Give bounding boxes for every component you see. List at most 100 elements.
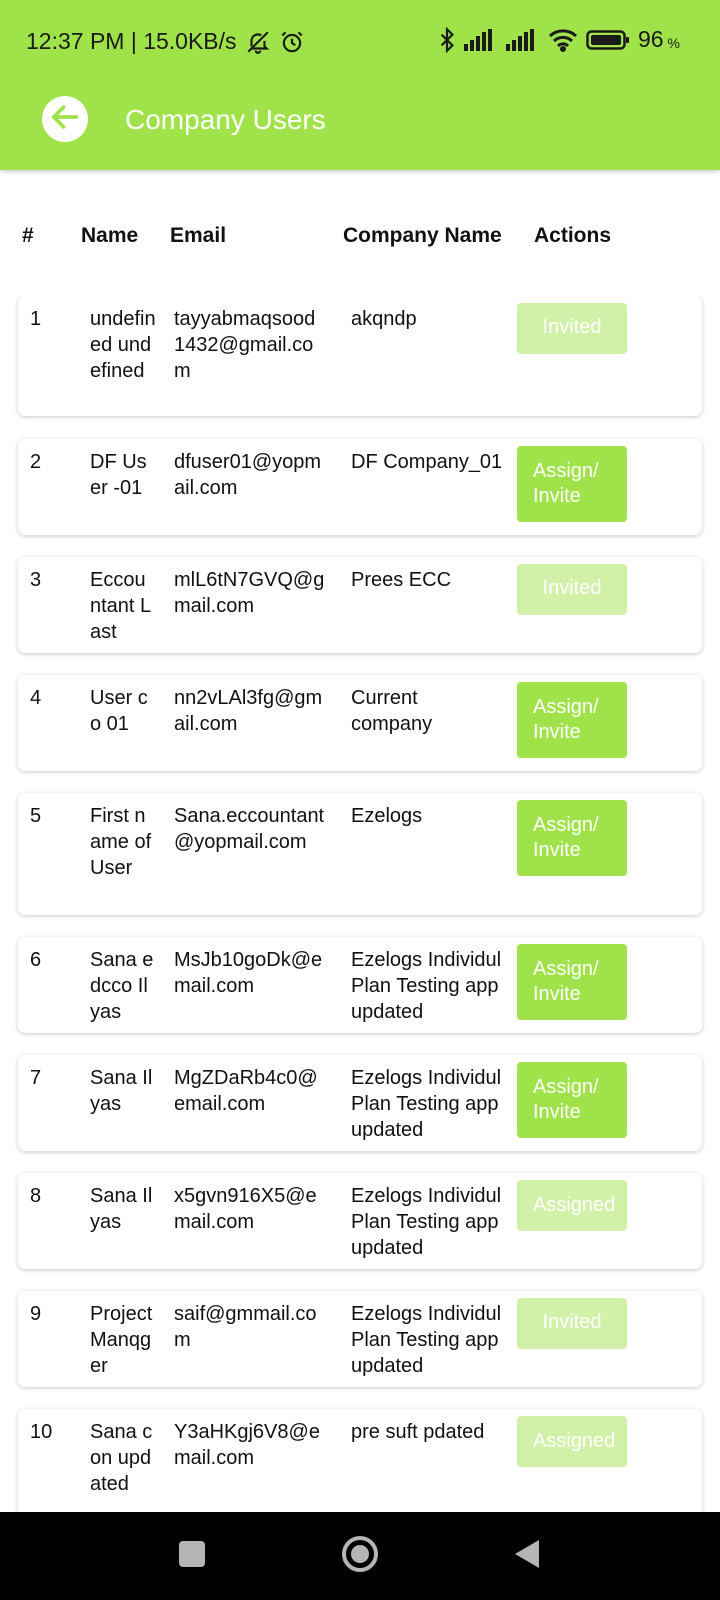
company-name-line: Plan Testing app: [351, 1093, 499, 1115]
row-number: 6: [30, 949, 42, 971]
row-action-button[interactable]: Assign/ Invite: [517, 446, 627, 522]
row-company-name: DF Company_01: [351, 449, 523, 475]
row-company-name: Ezelogs Individul Plan Testing app updated: [351, 947, 523, 1025]
alarm-icon: [279, 29, 305, 55]
company-name-line: akqndp: [351, 308, 417, 330]
row-action-button[interactable]: Assigned: [517, 1180, 627, 1231]
status-right: 96 %: [438, 26, 680, 53]
bluetooth-icon: [438, 26, 456, 53]
header-company: Company Name: [343, 224, 502, 247]
row-user-name: Sana con updated: [90, 1421, 153, 1495]
recents-square-icon: [178, 1540, 206, 1573]
row-user-name: DF User -01: [90, 451, 147, 499]
back-triangle-icon: [512, 1538, 542, 1575]
row-company-name: akqndp: [351, 306, 523, 332]
row-email: nn2vLAl3fg@gmail.com: [174, 687, 323, 735]
home-button[interactable]: [338, 1534, 382, 1578]
row-number: 9: [30, 1303, 42, 1325]
company-name-line: Plan Testing app: [351, 1329, 499, 1351]
back-button[interactable]: [42, 96, 88, 142]
company-name-line: updated: [351, 1119, 424, 1141]
row-action-button[interactable]: Invited: [517, 1298, 627, 1349]
row-company-name: Ezelogs Individul Plan Testing app updated: [351, 1065, 523, 1143]
row-number: 5: [30, 805, 42, 827]
nav-back-button[interactable]: [505, 1534, 549, 1578]
table-row: 1 undefined undefined tayyabmaqsood1432@gm…: [18, 296, 702, 416]
battery-icon: [586, 29, 630, 51]
status-left: 12:37 PM | 15.0KB/s: [26, 28, 305, 55]
company-name-line: pre suft pdated: [351, 1421, 485, 1443]
company-name-line: Plan Testing app: [351, 975, 499, 997]
row-action-button[interactable]: Invited: [517, 564, 627, 615]
signal-icon: [463, 28, 498, 51]
users-list[interactable]: 1 undefined undefined tayyabmaqsood1432@gm…: [0, 296, 720, 1512]
row-company-name: Ezelogs Individul Plan Testing app updated: [351, 1301, 523, 1379]
row-user-name: First name of User: [90, 805, 152, 879]
row-company-name: Ezelogs: [351, 803, 523, 829]
row-number: 4: [30, 687, 42, 709]
row-action-button[interactable]: Assign/ Invite: [517, 800, 627, 876]
row-action-button[interactable]: Assigned: [517, 1416, 627, 1467]
row-company-name: pre suft pdated: [351, 1419, 523, 1445]
header-actions: Actions: [534, 224, 612, 247]
header-num: #: [22, 224, 34, 247]
table-row: 9 Project Manqger saif@gmmail.com Ezelogs I…: [18, 1291, 702, 1387]
row-user-name: User co 01: [90, 687, 148, 735]
recents-button[interactable]: [170, 1534, 214, 1578]
row-user-name: undefined undefined: [90, 308, 156, 382]
row-action-button[interactable]: Invited: [517, 303, 627, 354]
header-name: Name: [81, 224, 139, 247]
row-number: 7: [30, 1067, 42, 1089]
row-email: saif@gmmail.com: [174, 1303, 317, 1351]
company-name-line: Current: [351, 687, 418, 709]
table-row: 8 Sana Ilyas x5gvn916X5@email.com Ezelogs I…: [18, 1173, 702, 1269]
row-company-name: Prees ECC: [351, 567, 523, 593]
status-time: 12:37 PM | 15.0KB/s: [26, 28, 237, 54]
company-name-line: updated: [351, 1355, 424, 1377]
row-action-button[interactable]: Assign/ Invite: [517, 944, 627, 1020]
row-user-name: Sana edcco Ilyas: [90, 949, 154, 1023]
battery-percent: 96: [637, 26, 664, 52]
row-number: 10: [30, 1421, 53, 1443]
company-name-line: Plan Testing app: [351, 1211, 499, 1233]
header-email: Email: [170, 224, 227, 247]
row-email: Y3aHKgj6V8@email.com: [174, 1421, 320, 1469]
row-email: mlL6tN7GVQ@gmail.com: [174, 569, 325, 617]
company-name-line: Prees ECC: [351, 569, 452, 591]
company-name-line: updated: [351, 1237, 424, 1259]
row-email: tayyabmaqsood1432@gmail.com: [174, 308, 316, 382]
row-email: MsJb10goDk@email.com: [174, 949, 323, 997]
row-user-name: Project Manqger: [90, 1303, 153, 1377]
row-action-button[interactable]: Assign/ Invite: [517, 1062, 627, 1138]
signal-icon: [505, 28, 540, 51]
company-name-line: updated: [351, 1001, 424, 1023]
navigation-bar: [0, 1512, 720, 1600]
row-email: Sana.eccountant@yopmail.com: [174, 805, 325, 853]
row-email: dfuser01@yopmail.com: [174, 451, 322, 499]
row-email: MgZDaRb4c0@email.com: [174, 1067, 318, 1115]
company-name-line: Ezelogs Individul: [351, 949, 502, 971]
table-row: 3 Eccountant Last mlL6tN7GVQ@gmail.com Pree…: [18, 557, 702, 653]
row-number: 1: [30, 308, 42, 330]
company-name-line: company: [351, 713, 433, 735]
row-email: x5gvn916X5@email.com: [174, 1185, 317, 1233]
company-name-line: Ezelogs Individul: [351, 1303, 502, 1325]
table-row: 7 Sana Ilyas MgZDaRb4c0@email.com Ezelogs I…: [18, 1055, 702, 1151]
row-number: 8: [30, 1185, 42, 1207]
company-name-line: Ezelogs Individul: [351, 1185, 502, 1207]
table-header: # Name Email Company Name Actions: [0, 224, 720, 254]
wifi-icon: [548, 28, 578, 52]
page-title: Company Users: [125, 104, 326, 135]
row-user-name: Sana Ilyas: [90, 1067, 153, 1115]
row-action-button[interactable]: Assign/ Invite: [517, 682, 627, 758]
battery-percent-unit: %: [667, 34, 680, 51]
row-number: 2: [30, 451, 42, 473]
row-user-name: Eccountant Last: [90, 569, 152, 643]
mute-bell-icon: [245, 29, 271, 55]
row-company-name: Ezelogs Individul Plan Testing app updated: [351, 1183, 523, 1261]
row-company-name: Current company: [351, 685, 523, 737]
table-row: 6 Sana edcco Ilyas MsJb10goDk@email.com Eze…: [18, 937, 702, 1033]
company-name-line: Ezelogs: [351, 805, 423, 827]
table-row: 4 User co 01 nn2vLAl3fg@gmail.com Current co…: [18, 675, 702, 771]
table-row: 5 First name of User Sana.eccountant@yopma…: [18, 793, 702, 915]
